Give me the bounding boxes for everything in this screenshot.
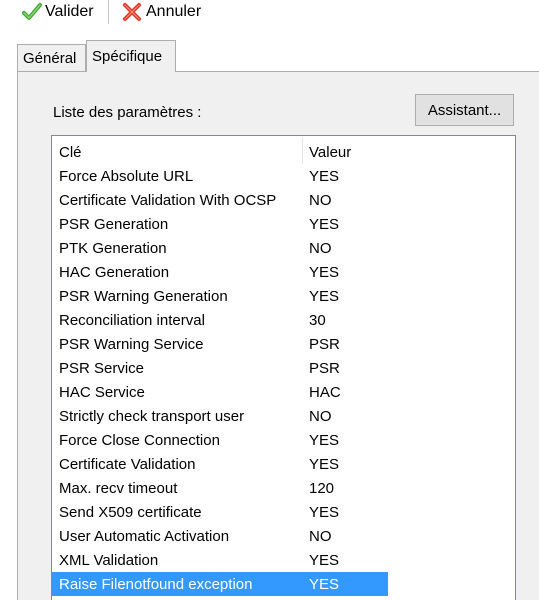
param-value: PSR: [309, 359, 340, 377]
column-header-key[interactable]: Clé: [59, 140, 82, 164]
validate-label: Valider: [45, 3, 94, 20]
list-item[interactable]: Certificate Validation YES: [52, 452, 388, 476]
list-item[interactable]: HAC Service HAC: [52, 380, 388, 404]
param-value: NO: [309, 527, 332, 545]
cancel-label: Annuler: [146, 3, 202, 20]
tab-general-label: Général: [23, 49, 77, 67]
param-key: User Automatic Activation: [59, 527, 230, 545]
list-item[interactable]: User Automatic Activation NO: [52, 524, 388, 548]
toolbar: Valider Annuler: [0, 0, 539, 28]
param-value: NO: [309, 239, 332, 257]
tab-specific-label: Spécifique: [92, 48, 163, 65]
param-key: PTK Generation: [59, 239, 167, 257]
column-divider[interactable]: [302, 138, 303, 164]
toolbar-separator: [108, 0, 109, 24]
list-item[interactable]: Send X509 certificate YES: [52, 500, 388, 524]
param-key: Certificate Validation: [59, 455, 196, 473]
list-item[interactable]: Max. recv timeout 120: [52, 476, 388, 500]
assistant-button[interactable]: Assistant...: [415, 94, 514, 126]
param-key: XML Validation: [59, 551, 159, 569]
list-item[interactable]: PSR Warning Service PSR: [52, 332, 388, 356]
param-value: YES: [309, 575, 340, 593]
param-value: YES: [309, 287, 340, 305]
param-value: YES: [309, 215, 340, 233]
param-value: NO: [309, 191, 332, 209]
list-item[interactable]: Force Close Connection YES: [52, 428, 388, 452]
param-key: Reconciliation interval: [59, 311, 205, 329]
param-key: Max. recv timeout: [59, 479, 178, 497]
param-value: YES: [309, 455, 340, 473]
validate-button[interactable]: Valider: [22, 0, 94, 24]
param-value: YES: [309, 167, 340, 185]
cross-icon: [122, 2, 144, 22]
list-item[interactable]: Reconciliation interval 30: [52, 308, 388, 332]
param-key: HAC Generation: [59, 263, 170, 281]
param-key: Force Close Connection: [59, 431, 220, 449]
param-value: YES: [309, 263, 340, 281]
param-key: Send X509 certificate: [59, 503, 202, 521]
tab-general[interactable]: Général: [17, 44, 86, 71]
list-item[interactable]: Force Absolute URL YES: [52, 164, 388, 188]
list-item[interactable]: Strictly check transport user NO: [52, 404, 388, 428]
list-item[interactable]: PSR Warning Generation YES: [52, 284, 388, 308]
list-item[interactable]: PSR Generation YES: [52, 212, 388, 236]
parameters-rows: Force Absolute URL YES Certificate Valida…: [52, 164, 515, 596]
param-key: PSR Warning Generation: [59, 287, 228, 305]
param-value: YES: [309, 431, 340, 449]
list-item[interactable]: PSR Service PSR: [52, 356, 388, 380]
parameters-list[interactable]: Clé Valeur Force Absolute URL YES Certifi…: [51, 135, 516, 600]
param-key: PSR Service: [59, 359, 145, 377]
list-item[interactable]: HAC Generation YES: [52, 260, 388, 284]
list-item[interactable]: XML Validation YES: [52, 548, 388, 572]
list-item[interactable]: Certificate Validation With OCSP NO: [52, 188, 388, 212]
param-key: Strictly check transport user: [59, 407, 245, 425]
param-key: Force Absolute URL: [59, 167, 194, 185]
param-key: HAC Service: [59, 383, 145, 401]
param-value: PSR: [309, 335, 340, 353]
list-item-selected[interactable]: Raise Filenotfound exception YES: [52, 572, 388, 596]
param-value: NO: [309, 407, 332, 425]
param-value: YES: [309, 503, 340, 521]
column-header-value[interactable]: Valeur: [309, 140, 351, 164]
param-value: YES: [309, 551, 340, 569]
param-value: 120: [309, 479, 335, 497]
list-item[interactable]: PTK Generation NO: [52, 236, 388, 260]
tab-specific[interactable]: Spécifique: [86, 40, 176, 72]
param-key: Certificate Validation With OCSP: [59, 191, 277, 209]
check-icon: [22, 2, 42, 22]
param-key: PSR Generation: [59, 215, 169, 233]
cancel-button[interactable]: Annuler: [122, 0, 201, 24]
param-value: 30: [309, 311, 326, 329]
param-key: Raise Filenotfound exception: [59, 575, 253, 593]
param-value: HAC: [309, 383, 341, 401]
param-key: PSR Warning Service: [59, 335, 204, 353]
params-list-label: Liste des paramètres :: [53, 104, 202, 121]
